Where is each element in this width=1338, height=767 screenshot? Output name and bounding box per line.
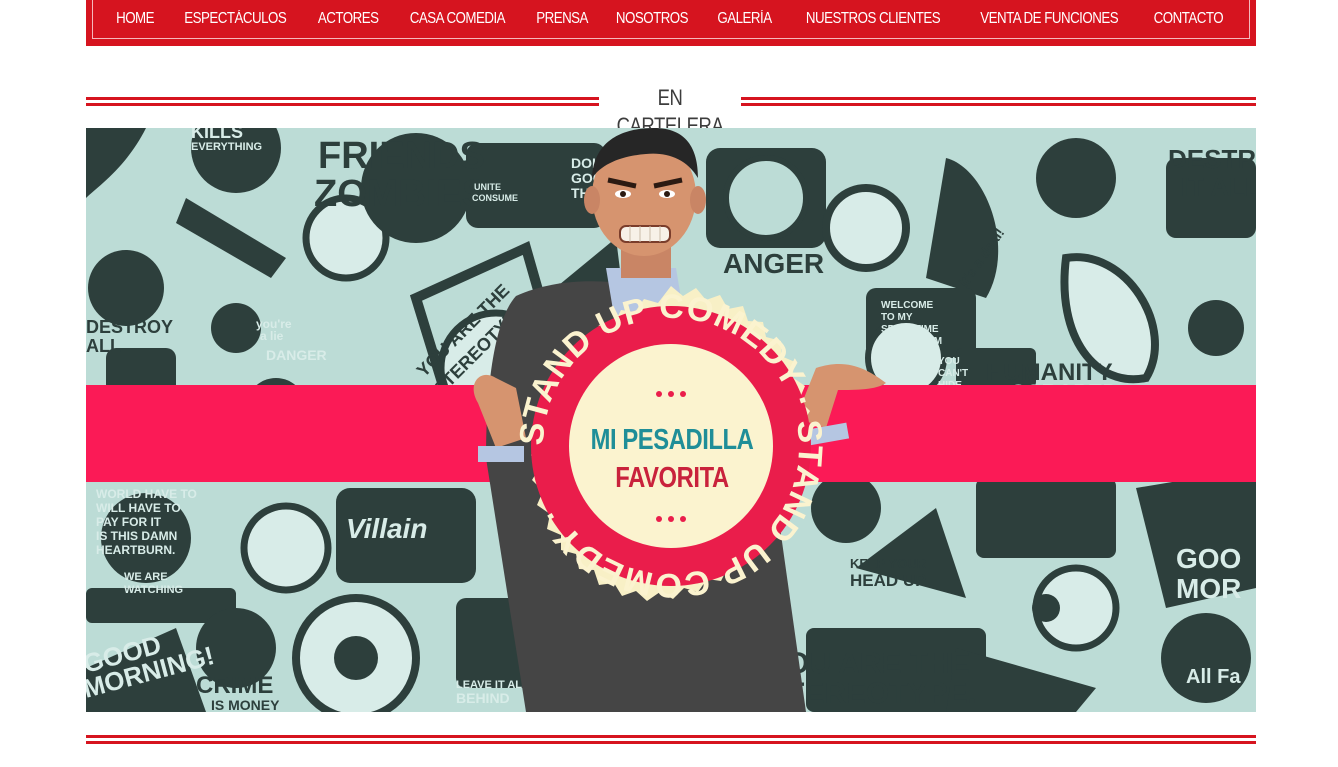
show-title-line1: MI PESADILLA — [590, 424, 754, 456]
top-navigation-bar: HOME ESPECTÁCULOS ACTORES CASA COMEDIA P… — [86, 0, 1256, 46]
heading-rule-left-top — [86, 97, 599, 100]
nav-item-casa-comedia[interactable]: CASA COMEDIA — [410, 10, 506, 28]
heading-rule-right-top — [741, 97, 1256, 100]
section-heading: EN CARTELERA — [86, 84, 1256, 138]
nav-item-home[interactable]: HOME — [116, 10, 154, 28]
heading-rule-right-bottom — [741, 103, 1256, 106]
stand-up-comedy-seal: STAND UP COMEDY · STAND UP COMEDY · — [513, 286, 828, 604]
nav-item-prensa[interactable]: PRENSA — [536, 10, 588, 28]
nav-item-actores[interactable]: ACTORES — [318, 10, 379, 28]
show-title-line2: FAVORITA — [615, 462, 729, 494]
bottom-rule-top — [86, 735, 1256, 738]
nav-menu: HOME ESPECTÁCULOS ACTORES CASA COMEDIA P… — [92, 0, 1250, 39]
nav-item-contacto[interactable]: CONTACTO — [1154, 10, 1224, 28]
heading-rule-left-bottom — [86, 103, 599, 106]
featured-show-banner[interactable]: KILLS EVERYTHING FRIENDS ZOMBIES DOING G… — [86, 128, 1256, 712]
nav-item-venta-de-funciones[interactable]: VENTA DE FUNCIONES — [981, 10, 1119, 28]
nav-item-nosotros[interactable]: NOSOTROS — [616, 10, 689, 28]
bottom-rule-bottom — [86, 741, 1256, 744]
nav-item-nuestros-clientes[interactable]: NUESTROS CLIENTES — [806, 10, 941, 28]
nav-item-espectaculos[interactable]: ESPECTÁCULOS — [184, 10, 286, 28]
nav-item-galeria[interactable]: GALERÍA — [717, 10, 772, 28]
